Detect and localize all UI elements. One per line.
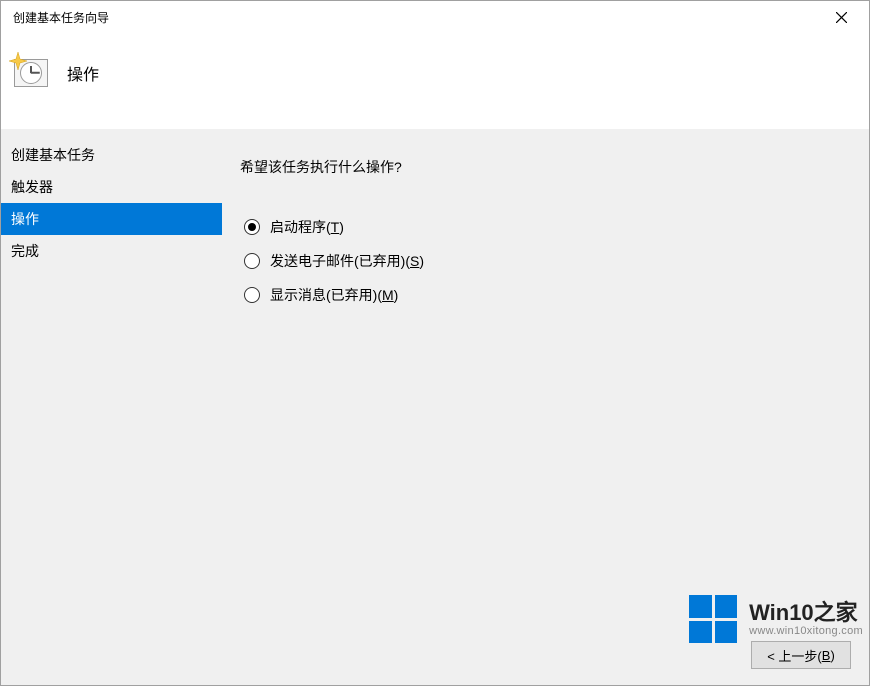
- sidebar-item-create-task[interactable]: 创建基本任务: [1, 139, 222, 171]
- wizard-buttons: < 上一步(B): [751, 641, 851, 669]
- sidebar-item-trigger[interactable]: 触发器: [1, 171, 222, 203]
- sidebar-item-finish[interactable]: 完成: [1, 235, 222, 267]
- window-title: 创建基本任务向导: [9, 9, 821, 26]
- clock-icon: [13, 53, 49, 89]
- windows-logo-icon: [689, 595, 737, 643]
- radio-show-message[interactable]: 显示消息(已弃用)(M): [244, 285, 851, 305]
- content-area: 创建基本任务 触发器 操作 完成 希望该任务执行什么操作? 启动程序(T) 发送…: [1, 129, 869, 685]
- radio-send-email[interactable]: 发送电子邮件(已弃用)(S): [244, 251, 851, 271]
- radio-icon: [244, 219, 260, 235]
- close-icon: [836, 12, 847, 23]
- page-title: 操作: [67, 53, 99, 85]
- radio-icon: [244, 253, 260, 269]
- radio-icon: [244, 287, 260, 303]
- main-panel: 希望该任务执行什么操作? 启动程序(T) 发送电子邮件(已弃用)(S) 显示消息…: [222, 129, 869, 685]
- back-button[interactable]: < 上一步(B): [751, 641, 851, 669]
- watermark-text: Win10之家 www.win10xitong.com: [749, 601, 863, 637]
- sparkle-icon: [9, 52, 27, 70]
- radio-start-program[interactable]: 启动程序(T): [244, 217, 851, 237]
- action-radio-group: 启动程序(T) 发送电子邮件(已弃用)(S) 显示消息(已弃用)(M): [240, 217, 851, 305]
- watermark-brand: Win10之家: [749, 601, 863, 625]
- watermark: Win10之家 www.win10xitong.com: [689, 595, 863, 643]
- radio-label: 显示消息(已弃用)(M): [270, 285, 398, 305]
- wizard-sidebar: 创建基本任务 触发器 操作 完成: [1, 129, 222, 685]
- radio-label: 启动程序(T): [270, 217, 344, 237]
- watermark-url: www.win10xitong.com: [749, 625, 863, 637]
- sidebar-item-action[interactable]: 操作: [1, 203, 222, 235]
- radio-label: 发送电子邮件(已弃用)(S): [270, 251, 424, 271]
- titlebar: 创建基本任务向导: [1, 1, 869, 33]
- close-button[interactable]: [821, 3, 861, 31]
- prompt-text: 希望该任务执行什么操作?: [240, 157, 851, 177]
- header-banner: 操作: [1, 33, 869, 125]
